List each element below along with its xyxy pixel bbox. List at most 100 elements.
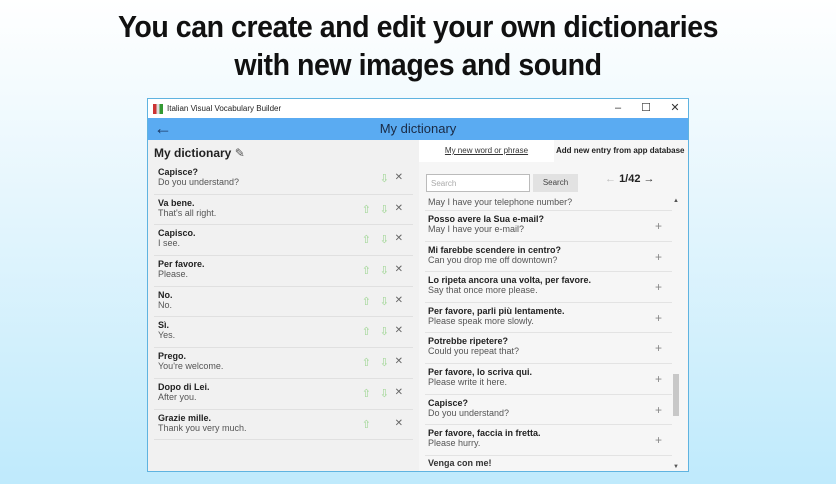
dictionary-item[interactable]: Va bene. That's all right. ⇧ ⇩ ✕: [154, 195, 413, 226]
delete-icon[interactable]: ✕: [395, 172, 403, 183]
window-title: Italian Visual Vocabulary Builder: [167, 104, 282, 113]
english-text: Could you repeat that?: [428, 346, 520, 357]
delete-icon[interactable]: ✕: [395, 387, 403, 398]
list-item-partial[interactable]: May I have your telephone number?: [425, 195, 672, 211]
italian-text: Per favore, parli più lentamente.: [428, 305, 565, 316]
app-header: ← My dictionary: [148, 118, 688, 140]
headline: You can create and edit your own diction…: [33, 8, 802, 84]
dictionary-name: My dictionary: [154, 146, 232, 160]
italian-text: Potrebbe ripetere?: [428, 336, 509, 347]
database-item[interactable]: Mi farebbe scendere in centro? Can you dr…: [425, 242, 672, 273]
english-text: No.: [158, 299, 173, 310]
close-button[interactable]: ✕: [660, 99, 690, 118]
scrollbar-thumb[interactable]: [673, 374, 679, 416]
database-item[interactable]: Per favore, faccia in fretta. Please hurr…: [425, 425, 672, 456]
italian-text: Per favore, lo scriva qui.: [428, 366, 533, 377]
dictionary-item[interactable]: Capisco. I see. ⇧ ⇩ ✕: [154, 225, 413, 257]
move-up-arrow-icon[interactable]: ⇧: [362, 387, 371, 400]
database-item[interactable]: Per favore, parli più lentamente. Please …: [425, 303, 672, 334]
english-text: Please hurry.: [428, 438, 481, 449]
dictionary-item[interactable]: Prego. You're welcome. ⇧ ⇩ ✕: [154, 348, 413, 379]
search-input[interactable]: Search: [426, 174, 530, 192]
dictionary-item[interactable]: Capisce? Do you understand? ⇩ ✕: [154, 164, 413, 195]
move-down-arrow-icon[interactable]: ⇩: [380, 325, 389, 338]
italian-text: Capisce?: [428, 397, 469, 408]
english-text: Can you drop me off downtown?: [428, 254, 558, 265]
move-up-arrow-icon[interactable]: ⇧: [362, 233, 371, 246]
italian-text: Per favore.: [158, 259, 205, 270]
add-icon[interactable]: +: [655, 372, 662, 386]
delete-icon[interactable]: ✕: [395, 418, 403, 429]
tab-my-new-word[interactable]: My new word or phrase: [419, 140, 554, 162]
delete-icon[interactable]: ✕: [395, 325, 403, 336]
move-up-arrow-icon[interactable]: ⇧: [362, 264, 371, 277]
move-up-arrow-icon[interactable]: ⇧: [362, 203, 371, 216]
dictionary-item[interactable]: Dopo di Lei. After you. ⇧ ⇩ ✕: [154, 379, 413, 410]
database-item[interactable]: Posso avere la Sua e-mail? May I have you…: [425, 211, 672, 242]
page-indicator: 1/42: [619, 173, 641, 185]
italian-text: Mi farebbe scendere in centro?: [428, 244, 562, 255]
header-title: My dictionary: [379, 121, 457, 136]
delete-icon[interactable]: ✕: [395, 264, 403, 275]
minimize-button[interactable]: –: [603, 99, 633, 118]
search-button[interactable]: Search: [533, 174, 578, 192]
back-arrow-icon[interactable]: ←: [154, 118, 172, 138]
delete-icon[interactable]: ✕: [395, 356, 403, 367]
next-page-arrow-icon[interactable]: →: [644, 173, 655, 185]
english-text: Please.: [158, 269, 189, 280]
italian-text: Lo ripeta ancora una volta, per favore.: [428, 275, 592, 286]
dictionary-item[interactable]: Per favore. Please. ⇧ ⇩ ✕: [154, 256, 413, 287]
move-down-arrow-icon[interactable]: ⇩: [380, 172, 389, 185]
move-down-arrow-icon[interactable]: ⇩: [380, 356, 389, 369]
italian-text: Dopo di Lei.: [158, 381, 210, 392]
delete-icon[interactable]: ✕: [395, 203, 403, 214]
dictionary-panel: My dictionary ✎ Capisce? Do you understan…: [148, 140, 419, 471]
add-icon[interactable]: +: [655, 311, 662, 325]
database-item[interactable]: Lo ripeta ancora una volta, per favore. S…: [425, 272, 672, 303]
pencil-icon[interactable]: ✎: [235, 146, 245, 160]
move-up-arrow-icon[interactable]: ⇧: [362, 418, 371, 431]
add-icon[interactable]: +: [655, 403, 662, 417]
maximize-button[interactable]: ☐: [631, 99, 661, 118]
english-text: That's all right.: [158, 207, 217, 218]
dictionary-item[interactable]: Grazie mille. Thank you very much. ⇧ ✕: [154, 410, 413, 441]
database-item[interactable]: Per favore, lo scriva qui. Please write i…: [425, 364, 672, 395]
italian-text: Grazie mille.: [158, 412, 212, 423]
english-text: Say that once more please.: [428, 285, 538, 296]
move-up-arrow-icon[interactable]: ⇧: [362, 325, 371, 338]
add-icon[interactable]: +: [655, 280, 662, 294]
italian-text: Posso avere la Sua e-mail?: [428, 214, 545, 224]
move-down-arrow-icon[interactable]: ⇩: [380, 295, 389, 308]
delete-icon[interactable]: ✕: [395, 233, 403, 244]
dictionary-list: Capisce? Do you understand? ⇩ ✕ Va bene. That…: [148, 164, 419, 441]
app-window: Italian Visual Vocabulary Builder – ☐ ✕ …: [147, 98, 689, 472]
italian-text: Capisce?: [158, 167, 199, 177]
app-icon: [153, 103, 163, 114]
add-icon[interactable]: +: [655, 341, 662, 355]
move-down-arrow-icon[interactable]: ⇩: [380, 203, 389, 216]
add-icon[interactable]: +: [655, 250, 662, 264]
tab-app-database[interactable]: Add new entry from app database: [556, 140, 684, 162]
dictionary-item[interactable]: No. No. ⇧ ⇩ ✕: [154, 287, 413, 318]
database-item[interactable]: Potrebbe ripetere? Could you repeat that?…: [425, 333, 672, 364]
move-down-arrow-icon[interactable]: ⇩: [380, 387, 389, 400]
italian-text: Capisco.: [158, 228, 196, 239]
english-text: After you.: [158, 391, 197, 402]
move-down-arrow-icon[interactable]: ⇩: [380, 233, 389, 246]
add-icon[interactable]: +: [655, 219, 662, 233]
move-down-arrow-icon[interactable]: ⇩: [380, 264, 389, 277]
dictionary-item[interactable]: Sì. Yes. ⇧ ⇩ ✕: [154, 317, 413, 349]
database-item[interactable]: Capisce? Do you understand? +: [425, 395, 672, 426]
add-icon[interactable]: +: [655, 433, 662, 447]
english-text: Please write it here.: [428, 376, 508, 387]
delete-icon[interactable]: ✕: [395, 295, 403, 306]
italian-text: No.: [158, 289, 173, 300]
english-text: I see.: [158, 238, 181, 249]
headline-line: You can create and edit your own diction…: [117, 9, 719, 44]
move-up-arrow-icon[interactable]: ⇧: [362, 295, 371, 308]
prev-page-arrow-icon[interactable]: ←: [605, 173, 616, 185]
list-item-partial[interactable]: Venga con me!: [425, 456, 672, 470]
scrollbar[interactable]: ▲ ▼: [672, 198, 680, 470]
move-up-arrow-icon[interactable]: ⇧: [362, 356, 371, 369]
english-text: Yes.: [158, 330, 176, 341]
